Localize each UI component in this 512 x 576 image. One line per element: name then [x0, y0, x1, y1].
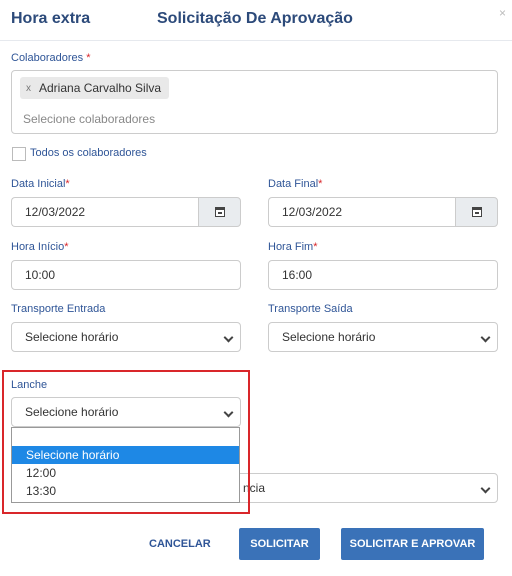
end-hour-label: Hora Fim* [268, 241, 318, 253]
chip-remove-icon[interactable]: x [26, 83, 31, 94]
transport-in-value: Selecione horário [25, 330, 119, 344]
start-date-label: Data Inicial* [11, 178, 70, 190]
end-date-input[interactable]: 12/03/2022 [268, 197, 456, 227]
request-approve-button[interactable]: SOLICITAR E APROVAR [341, 528, 484, 560]
chevron-down-icon [223, 332, 234, 343]
start-hour-input[interactable]: 10:00 [11, 260, 241, 290]
chip-label: Adriana Carvalho Silva [39, 81, 162, 95]
annotation-highlight-box [2, 370, 250, 514]
end-hour-input[interactable]: 16:00 [268, 260, 498, 290]
collaborators-multiselect[interactable]: x Adriana Carvalho Silva Selecione colab… [11, 70, 498, 134]
calendar-icon [214, 207, 225, 217]
start-date-calendar-button[interactable] [198, 197, 241, 227]
transport-out-select[interactable]: Selecione horário [268, 322, 498, 352]
transport-out-label: Transporte Saída [268, 303, 353, 315]
collaborator-chip: x Adriana Carvalho Silva [20, 77, 170, 99]
hidden-select[interactable]: ncia [236, 473, 498, 503]
close-icon[interactable]: × [499, 6, 506, 20]
chevron-down-icon [480, 332, 491, 343]
request-button[interactable]: SOLICITAR [239, 528, 320, 560]
end-date-calendar-button[interactable] [455, 197, 498, 227]
collaborators-label: Colaboradores * [11, 52, 91, 64]
transport-in-label: Transporte Entrada [11, 303, 106, 315]
calendar-icon [471, 207, 482, 217]
all-collaborators-checkbox[interactable] [12, 147, 26, 161]
modal-header: Hora extra Solicitação De Aprovação × [0, 0, 512, 41]
cancel-button[interactable]: CANCELAR [149, 538, 211, 550]
modal-title: Hora extra [11, 10, 91, 27]
start-date-input[interactable]: 12/03/2022 [11, 197, 199, 227]
chevron-down-icon [480, 483, 491, 494]
end-date-label: Data Final* [268, 178, 323, 190]
transport-out-value: Selecione horário [282, 330, 376, 344]
transport-in-select[interactable]: Selecione horário [11, 322, 241, 352]
collaborators-search-input[interactable]: Selecione colaboradores [23, 112, 155, 126]
start-hour-label: Hora Início* [11, 241, 69, 253]
all-collaborators-label: Todos os colaboradores [30, 147, 147, 159]
modal-subtitle: Solicitação De Aprovação [157, 10, 353, 27]
